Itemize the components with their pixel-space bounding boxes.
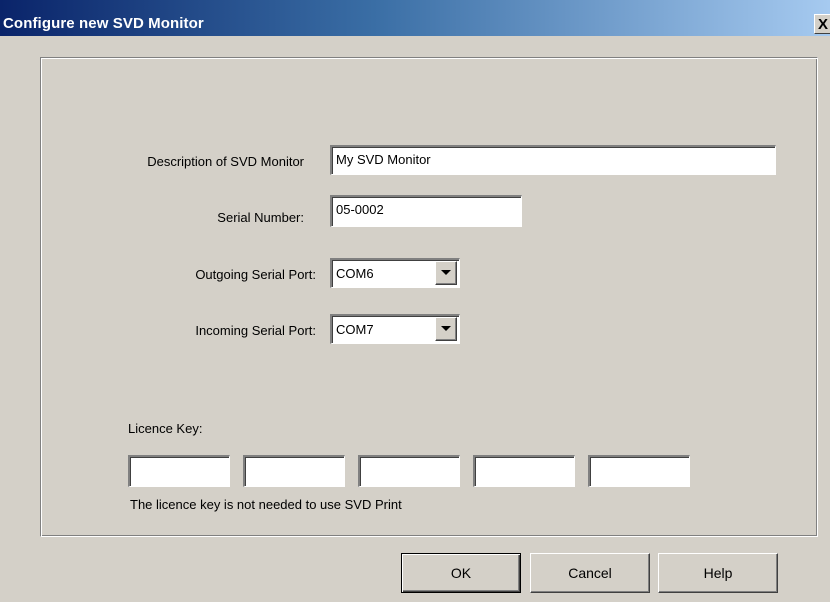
title-bar: Configure new SVD Monitor X [0,0,830,36]
close-icon: X [818,16,829,33]
licence-key-field-5[interactable] [588,455,690,487]
cancel-button[interactable]: Cancel [530,553,650,593]
chevron-down-icon[interactable] [435,317,457,341]
licence-key-field-4[interactable] [473,455,575,487]
serial-number-label: Serial Number: [217,210,304,225]
help-button[interactable]: Help [658,553,778,593]
licence-note: The licence key is not needed to use SVD… [130,497,402,512]
window-title: Configure new SVD Monitor [3,15,204,32]
licence-key-label: Licence Key: [128,421,203,436]
ok-button[interactable]: OK [401,553,521,593]
incoming-port-label: Incoming Serial Port: [195,323,316,338]
licence-key-field-1[interactable] [128,455,230,487]
serial-number-input[interactable]: 05-0002 [330,195,522,227]
licence-key-field-3[interactable] [358,455,460,487]
licence-key-field-2[interactable] [243,455,345,487]
description-label: Description of SVD Monitor [147,154,304,169]
description-input[interactable]: My SVD Monitor [330,145,776,175]
close-button[interactable]: X [814,14,830,34]
outgoing-port-label: Outgoing Serial Port: [195,267,316,282]
chevron-down-icon[interactable] [435,261,457,285]
